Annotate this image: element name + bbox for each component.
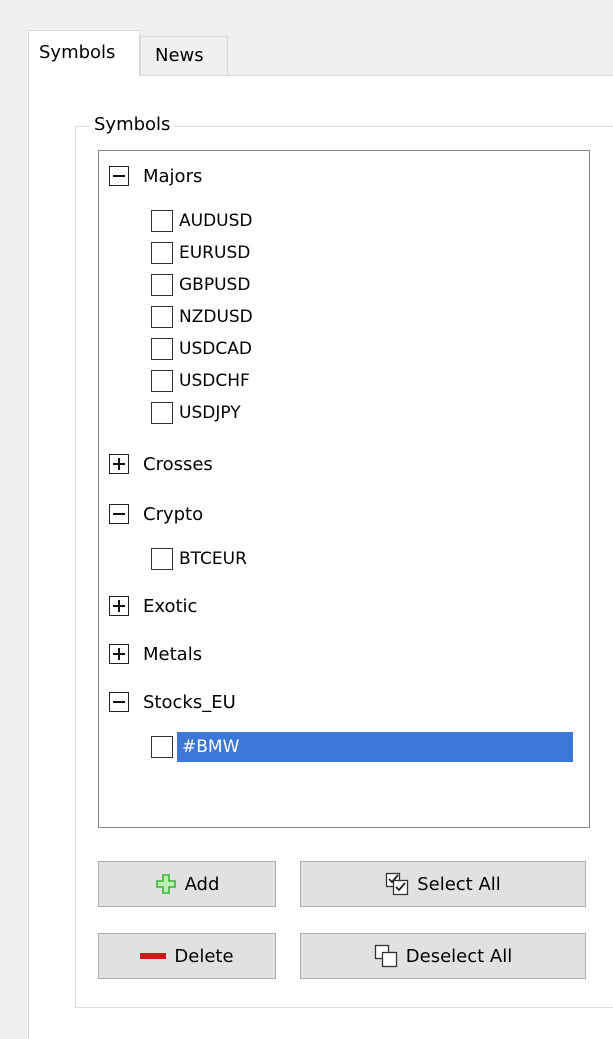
tree-item-label: USDCAD bbox=[179, 339, 252, 359]
add-button[interactable]: Add bbox=[98, 861, 276, 907]
tree-node-crosses[interactable]: Crosses bbox=[109, 449, 213, 479]
checkbox[interactable] bbox=[151, 736, 173, 758]
plus-icon bbox=[155, 873, 177, 895]
tree-item-usdchf[interactable]: USDCHF bbox=[151, 365, 252, 397]
deselect-all-button[interactable]: Deselect All bbox=[300, 933, 586, 979]
select-all-button[interactable]: Select All bbox=[300, 861, 586, 907]
tree-node-label: Crypto bbox=[143, 503, 204, 525]
collapse-icon[interactable] bbox=[109, 692, 129, 712]
tree-item-usdcad[interactable]: USDCAD bbox=[151, 333, 254, 365]
tree-item-gbpusd[interactable]: GBPUSD bbox=[151, 269, 252, 301]
tab-symbols-label: Symbols bbox=[39, 42, 116, 63]
delete-button[interactable]: Delete bbox=[98, 933, 276, 979]
minus-icon bbox=[140, 951, 167, 961]
tab-panel: Symbols Majors AUDUSD EURUSD GBPUSD NZDU… bbox=[28, 75, 613, 1039]
checkbox[interactable] bbox=[151, 370, 173, 392]
tree-item-bmw[interactable]: #BMW bbox=[151, 731, 573, 763]
tree-node-label: Stocks_EU bbox=[143, 691, 236, 713]
checkbox[interactable] bbox=[151, 306, 173, 328]
tab-news-label: News bbox=[155, 45, 204, 66]
collapse-icon[interactable] bbox=[109, 504, 129, 524]
tree-item-usdjpy[interactable]: USDJPY bbox=[151, 397, 243, 429]
tree-node-label: Exotic bbox=[143, 595, 198, 617]
tree-item-label: EURUSD bbox=[179, 243, 251, 263]
tree-item-label: #BMW bbox=[182, 737, 240, 757]
expand-icon[interactable] bbox=[109, 644, 129, 664]
tree-item-nzdusd[interactable]: NZDUSD bbox=[151, 301, 255, 333]
tree-node-stocks-eu[interactable]: Stocks_EU bbox=[109, 687, 236, 717]
tree-node-crypto[interactable]: Crypto bbox=[109, 499, 203, 529]
tree-item-label: BTCEUR bbox=[179, 549, 247, 569]
tab-news[interactable]: News bbox=[140, 36, 228, 76]
tree-item-label: NZDUSD bbox=[179, 307, 253, 327]
tab-symbols[interactable]: Symbols bbox=[28, 30, 140, 76]
groupbox-title: Symbols bbox=[90, 114, 175, 135]
tree-node-label: Metals bbox=[143, 643, 203, 665]
tree-item-eurusd[interactable]: EURUSD bbox=[151, 237, 252, 269]
tree-node-label: Majors bbox=[143, 165, 203, 187]
checkbox[interactable] bbox=[151, 402, 173, 424]
checkbox[interactable] bbox=[151, 210, 173, 232]
delete-button-label: Delete bbox=[174, 945, 234, 967]
tree-node-label: Crosses bbox=[143, 453, 213, 475]
tree-node-exotic[interactable]: Exotic bbox=[109, 591, 197, 621]
checkbox[interactable] bbox=[151, 242, 173, 264]
add-button-label: Add bbox=[184, 873, 220, 895]
symbols-groupbox: Symbols Majors AUDUSD EURUSD GBPUSD NZDU… bbox=[75, 114, 613, 1008]
checkbox[interactable] bbox=[151, 274, 173, 296]
unchecked-boxes-icon bbox=[374, 944, 398, 968]
tree-item-audusd[interactable]: AUDUSD bbox=[151, 205, 255, 237]
checkbox[interactable] bbox=[151, 338, 173, 360]
checkbox[interactable] bbox=[151, 548, 173, 570]
tree-item-btceur[interactable]: BTCEUR bbox=[151, 543, 249, 575]
collapse-icon[interactable] bbox=[109, 166, 129, 186]
tree-node-metals[interactable]: Metals bbox=[109, 639, 202, 669]
selected-item-highlight[interactable]: #BMW bbox=[177, 732, 573, 762]
tree-item-label: AUDUSD bbox=[179, 211, 253, 231]
tree-item-label: USDJPY bbox=[179, 403, 241, 423]
tree-item-label: GBPUSD bbox=[179, 275, 251, 295]
tree-node-majors[interactable]: Majors bbox=[109, 161, 202, 191]
select-all-button-label: Select All bbox=[417, 873, 501, 895]
expand-icon[interactable] bbox=[109, 596, 129, 616]
tree-item-label: USDCHF bbox=[179, 371, 250, 391]
expand-icon[interactable] bbox=[109, 454, 129, 474]
checked-boxes-icon bbox=[385, 872, 409, 896]
deselect-all-button-label: Deselect All bbox=[405, 945, 513, 967]
symbols-tree[interactable]: Majors AUDUSD EURUSD GBPUSD NZDUSD USDCA… bbox=[98, 150, 590, 828]
